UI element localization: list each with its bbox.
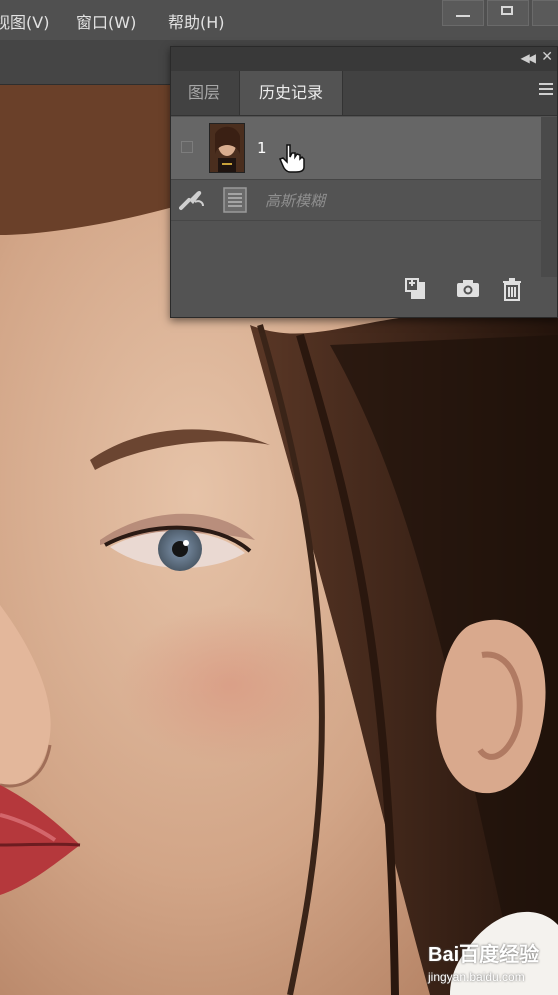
maximize-button[interactable] (487, 0, 529, 26)
snapshot-thumbnail (209, 123, 245, 173)
hand-cursor-icon (278, 143, 305, 177)
close-window-button[interactable] (532, 0, 558, 26)
history-panel: ◀◀ ✕ 图层 历史记录 1 高斯模糊 (170, 46, 558, 318)
watermark: Bai百度经验 jingyan.baidu.com (426, 932, 556, 992)
tab-history[interactable]: 历史记录 (239, 71, 343, 115)
tab-layers[interactable]: 图层 (171, 71, 237, 115)
double-chevron-left-icon[interactable]: ◀◀ (521, 51, 537, 65)
close-icon[interactable]: ✕ (541, 49, 553, 65)
trash-icon[interactable] (501, 277, 523, 305)
new-document-from-state-icon[interactable] (403, 277, 429, 305)
watermark-url: jingyan.baidu.com (428, 970, 525, 984)
minimize-icon (456, 15, 470, 17)
history-source-checkbox[interactable] (181, 141, 193, 153)
history-state-label: 高斯模糊 (265, 192, 326, 210)
panel-titlebar[interactable]: ◀◀ ✕ (171, 47, 557, 71)
menu-window[interactable]: 窗口(W) (76, 9, 136, 33)
panel-menu-icon[interactable] (539, 83, 553, 98)
menu-view[interactable]: 视图(V) (0, 9, 49, 33)
history-brush-source-icon[interactable] (179, 188, 205, 216)
snapshot-label: 1 (257, 139, 267, 157)
menu-help[interactable]: 帮助(H) (168, 9, 225, 33)
menubar: 视图(V) 窗口(W) 帮助(H) (0, 0, 558, 40)
panel-bottom-bar (171, 269, 557, 313)
document-state-icon (223, 187, 247, 217)
camera-snapshot-icon[interactable] (455, 277, 481, 303)
panel-tabbar: 图层 历史记录 (171, 71, 557, 116)
minimize-button[interactable] (442, 0, 484, 26)
watermark-brand: Bai百度经验 (428, 944, 540, 966)
panel-scrollbar[interactable] (541, 117, 557, 277)
maximize-icon (501, 6, 513, 15)
history-snapshot-row[interactable]: 1 (171, 117, 541, 180)
history-state-row[interactable]: 高斯模糊 (171, 180, 541, 221)
